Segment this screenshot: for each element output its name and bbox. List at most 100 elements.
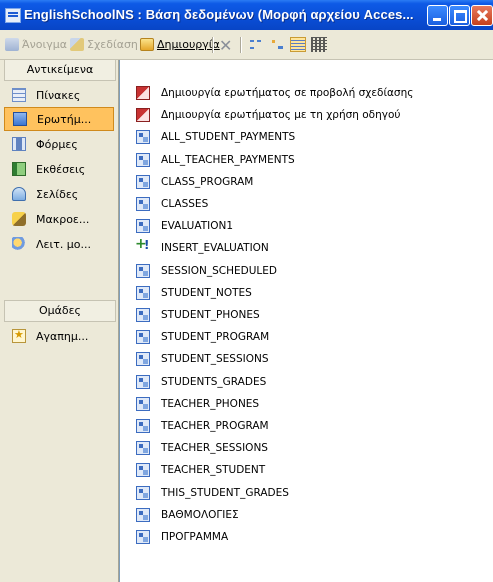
pages-icon (12, 187, 26, 201)
select-query-icon (136, 152, 150, 167)
query-label: ΒΑΘΜΟΛΟΓΙΕΣ (161, 508, 239, 521)
query-item[interactable]: TEACHER_PHONES (120, 393, 492, 415)
toolbar-separator (212, 37, 214, 53)
open-label: Άνοιγμα (22, 38, 67, 51)
object-modules[interactable]: Λειτ. μο... (4, 232, 114, 256)
new-button[interactable]: Δημιουργία (140, 38, 220, 51)
query-list-pane[interactable]: Δημιουργία ερωτήματος σε προβολή σχεδίασ… (119, 60, 493, 582)
large-icons-icon[interactable] (248, 37, 264, 52)
select-query-icon (136, 530, 150, 544)
query-label: Δημιουργία ερωτήματος σε προβολή σχεδίασ… (161, 87, 414, 99)
delete-icon[interactable]: ✕ (219, 36, 232, 55)
query-item[interactable]: STUDENT_PROGRAM (120, 326, 492, 348)
object-macros[interactable]: Μακροε... (4, 207, 114, 231)
design-icon (70, 38, 84, 51)
query-label: TEACHER_PHONES (161, 397, 260, 410)
forms-icon (12, 137, 26, 151)
select-query-icon (136, 285, 150, 300)
title-bar[interactable]: EnglishSchoolNS : Βάση δεδομένων (Μορφή … (0, 0, 493, 30)
database-window-icon[interactable] (5, 8, 21, 23)
select-query-icon (136, 308, 150, 322)
query-label: TEACHER_STUDENT (161, 464, 266, 477)
macros-icon (12, 212, 26, 226)
query-label: STUDENT_NOTES (161, 286, 252, 299)
query-label: STUDENTS_GRADES (161, 375, 267, 388)
query-item[interactable]: ALL_TEACHER_PAYMENTS (120, 149, 492, 171)
query-item[interactable]: INSERT_EVALUATION (120, 236, 492, 259)
close-button[interactable] (471, 5, 493, 26)
object-queries[interactable]: Ερωτήμ... (4, 107, 114, 131)
query-item[interactable]: TEACHER_SESSIONS (120, 437, 492, 459)
modules-icon (12, 237, 26, 251)
objects-header[interactable]: Αντικείμενα (4, 60, 116, 81)
tables-icon (12, 88, 26, 102)
query-item[interactable]: STUDENT_PHONES (120, 304, 492, 326)
query-item[interactable]: STUDENTS_GRADES (120, 371, 492, 393)
maximize-button[interactable] (449, 5, 470, 26)
favorites-icon (12, 328, 26, 343)
query-item[interactable]: TEACHER_PROGRAM (120, 415, 492, 437)
toolbar-separator (240, 37, 242, 53)
query-item[interactable]: CLASSES (120, 193, 492, 215)
object-label: Εκθέσεις (36, 162, 86, 176)
query-item[interactable]: EVALUATION1 (120, 215, 492, 237)
group-favorites[interactable]: Αγαπημ... (4, 324, 114, 348)
select-query-icon (136, 130, 150, 145)
select-query-icon (136, 174, 150, 189)
query-item[interactable]: STUDENT_NOTES (120, 282, 492, 304)
object-label: Μακροε... (36, 212, 90, 226)
select-query-icon (136, 419, 150, 433)
select-query-icon (136, 374, 150, 389)
query-label: CLASSES (161, 198, 209, 210)
object-label: Πίνακες (36, 88, 81, 102)
query-item[interactable]: THIS_STUDENT_GRADES (120, 482, 492, 504)
select-query-icon (136, 507, 150, 522)
query-item[interactable]: Δημιουργία ερωτήματος σε προβολή σχεδίασ… (120, 82, 492, 104)
details-view-icon[interactable] (311, 37, 327, 52)
list-view-icon[interactable] (290, 37, 306, 52)
query-label: Δημιουργία ερωτήματος με τη χρήση οδηγού (161, 109, 401, 122)
queries-icon (13, 112, 27, 126)
query-label: ALL_STUDENT_PAYMENTS (161, 131, 296, 144)
select-query-icon (136, 197, 150, 211)
open-icon (5, 38, 19, 51)
select-query-icon (136, 441, 150, 456)
query-item[interactable]: ALL_STUDENT_PAYMENTS (120, 126, 492, 148)
create-query-wizard-icon (136, 108, 150, 123)
query-label: STUDENT_SESSIONS (161, 353, 269, 366)
minimize-button[interactable] (427, 5, 448, 26)
append-query-icon (135, 236, 150, 255)
object-label: Ερωτήμ... (37, 112, 92, 126)
object-label: Φόρμες (36, 137, 78, 151)
query-label: SESSION_SCHEDULED (161, 264, 277, 277)
open-button[interactable]: Άνοιγμα (5, 38, 67, 51)
small-icons-icon[interactable] (270, 37, 286, 52)
group-label: Αγαπημ... (36, 329, 89, 343)
query-item[interactable]: STUDENT_SESSIONS (120, 348, 492, 370)
query-label: TEACHER_PROGRAM (161, 420, 269, 432)
query-label: STUDENT_PHONES (161, 309, 260, 321)
reports-icon (12, 162, 26, 176)
object-tables[interactable]: Πίνακες (4, 83, 114, 107)
select-query-icon (136, 463, 150, 478)
object-forms[interactable]: Φόρμες (4, 132, 114, 156)
query-item[interactable]: ΒΑΘΜΟΛΟΓΙΕΣ (120, 504, 492, 526)
query-item[interactable]: SESSION_SCHEDULED (120, 260, 492, 282)
query-label: TEACHER_SESSIONS (161, 442, 268, 455)
query-label: CLASS_PROGRAM (161, 175, 254, 188)
query-item[interactable]: CLASS_PROGRAM (120, 171, 492, 193)
query-label: EVALUATION1 (161, 220, 234, 233)
object-pages[interactable]: Σελίδες (4, 182, 114, 206)
groups-header[interactable]: Ομάδες (4, 300, 116, 322)
query-label: ΠΡΟΓΡΑΜΜΑ (161, 531, 229, 543)
query-item[interactable]: ΠΡΟΓΡΑΜΜΑ (120, 526, 492, 548)
objects-bar: Αντικείμενα Πίνακες Ερωτήμ... Φόρμες Εκθ… (0, 60, 119, 582)
query-label: ALL_TEACHER_PAYMENTS (161, 153, 295, 166)
query-item[interactable]: Δημιουργία ερωτήματος με τη χρήση οδηγού (120, 104, 492, 126)
query-item[interactable]: TEACHER_STUDENT (120, 459, 492, 481)
object-reports[interactable]: Εκθέσεις (4, 157, 114, 181)
object-label: Σελίδες (36, 187, 79, 201)
select-query-icon (136, 330, 150, 345)
design-button[interactable]: Σχεδίαση (70, 38, 138, 51)
select-query-icon (136, 352, 150, 367)
